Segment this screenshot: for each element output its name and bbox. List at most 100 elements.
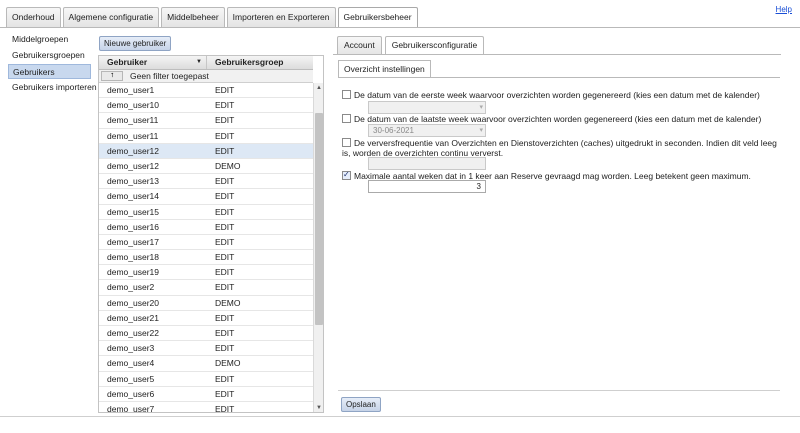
filter-row: ⭡ Geen filter toegepast	[99, 70, 313, 83]
cell-user: demo_user17	[107, 236, 159, 247]
main-tab-bar: Onderhoud Algemene configuratie Middelbe…	[6, 7, 418, 28]
cell-group: EDIT	[215, 100, 235, 111]
last-week-checkbox[interactable]	[342, 114, 351, 123]
table-row[interactable]: demo_user10 EDIT	[99, 98, 313, 114]
cell-group: DEMO	[215, 358, 241, 369]
table-row[interactable]: demo_user11 EDIT	[99, 113, 313, 129]
cell-user: demo_user4	[107, 358, 155, 369]
table-row[interactable]: demo_user1 EDIT	[99, 83, 313, 99]
table-row[interactable]: demo_user13 EDIT	[99, 174, 313, 190]
user-grid: Gebruiker ▼ Gebruikersgroep ⭡ Geen filte…	[98, 55, 324, 413]
sidebar-item-gebruikersgroepen[interactable]: Gebruikersgroepen	[8, 48, 91, 63]
max-weeks-checkbox[interactable]	[342, 170, 351, 180]
cell-user: demo_user20	[107, 297, 159, 308]
filter-icon[interactable]: ⭡	[101, 71, 123, 81]
cell-user: demo_user14	[107, 191, 159, 202]
table-row[interactable]: demo_user17 EDIT	[99, 235, 313, 251]
save-button[interactable]: Opslaan	[341, 397, 381, 412]
scroll-thumb[interactable]	[315, 113, 323, 325]
table-row[interactable]: demo_user2 EDIT	[99, 280, 313, 296]
table-row[interactable]: demo_user3 EDIT	[99, 341, 313, 357]
table-row[interactable]: demo_user12 EDIT	[99, 143, 313, 159]
table-row[interactable]: demo_user15 EDIT	[99, 205, 313, 220]
table-row[interactable]: demo_user7 EDIT	[99, 402, 313, 413]
tab-gebruikersbeheer[interactable]: Gebruikersbeheer	[337, 7, 418, 28]
tab-overzicht-instellingen[interactable]: Overzicht instellingen	[338, 60, 431, 78]
cell-user: demo_user18	[107, 252, 159, 263]
cell-group: EDIT	[215, 343, 235, 354]
table-row[interactable]: demo_user19 EDIT	[99, 265, 313, 281]
sidebar-item-gebruikers[interactable]: Gebruikers	[8, 64, 91, 79]
scroll-down-icon[interactable]: ▼	[314, 403, 323, 412]
setting-first-week: De datum van de eerste week waarvoor ove…	[342, 90, 782, 100]
cell-user: demo_user7	[107, 403, 155, 413]
scroll-up-icon[interactable]: ▲	[314, 83, 323, 93]
table-row[interactable]: demo_user16 EDIT	[99, 220, 313, 235]
cell-group: EDIT	[215, 328, 235, 338]
table-row[interactable]: demo_user6 EDIT	[99, 387, 313, 402]
cell-group: EDIT	[215, 388, 235, 399]
refresh-seconds-field[interactable]	[368, 157, 486, 170]
cell-group: DEMO	[215, 160, 241, 171]
cell-group: EDIT	[215, 115, 235, 126]
filter-status: Geen filter toegepast	[130, 71, 209, 81]
cell-group: EDIT	[215, 312, 235, 323]
tab-account[interactable]: Account	[337, 36, 382, 54]
column-header-group[interactable]: Gebruikersgroep	[207, 56, 313, 69]
cell-group: EDIT	[215, 130, 235, 141]
cell-group: EDIT	[215, 191, 235, 202]
table-row[interactable]: demo_user5 EDIT	[99, 372, 313, 387]
column-header-user[interactable]: Gebruiker ▼	[99, 56, 207, 69]
last-week-label: De datum van de laatste week waarvoor ov…	[354, 114, 762, 124]
tab-middelbeheer[interactable]: Middelbeheer	[161, 7, 225, 27]
column-header-group-label: Gebruikersgroep	[215, 57, 284, 67]
grid-scrollbar[interactable]: ▲ ▼	[313, 83, 323, 412]
table-row[interactable]: demo_user4 DEMO	[99, 356, 313, 372]
cell-group: EDIT	[215, 403, 235, 413]
cell-user: demo_user5	[107, 373, 155, 384]
cell-user: demo_user16	[107, 221, 159, 232]
max-weeks-field[interactable]: 3	[368, 180, 486, 193]
cell-group: EDIT	[215, 176, 235, 187]
cell-user: demo_user21	[107, 312, 159, 323]
cell-group: EDIT	[215, 373, 235, 384]
first-week-label: De datum van de eerste week waarvoor ove…	[354, 90, 760, 100]
cell-group: EDIT	[215, 145, 235, 156]
cell-user: demo_user15	[107, 206, 159, 217]
cell-user: demo_user22	[107, 328, 159, 338]
last-week-date-field[interactable]: 30-06-2021	[368, 124, 486, 137]
refresh-checkbox[interactable]	[342, 138, 351, 147]
sidebar: Middelgroepen Gebruikersgroepen Gebruike…	[8, 32, 97, 96]
tab-algemene-configuratie[interactable]: Algemene configuratie	[62, 7, 160, 27]
help-link[interactable]: Help	[776, 5, 792, 14]
first-week-date-field[interactable]	[368, 101, 486, 114]
cell-user: demo_user3	[107, 343, 155, 354]
table-row[interactable]: demo_user20 DEMO	[99, 296, 313, 311]
save-divider	[338, 390, 780, 391]
sidebar-item-middelgroepen[interactable]: Middelgroepen	[8, 32, 91, 47]
table-row[interactable]: demo_user11 EDIT	[99, 129, 313, 144]
cell-group: EDIT	[215, 282, 235, 293]
grid-rows: demo_user1 EDIT demo_user10 EDIT demo_user11…	[99, 83, 313, 413]
cell-group: EDIT	[215, 221, 235, 232]
tab-bar-divider	[0, 27, 800, 28]
setting-last-week: De datum van de laatste week waarvoor ov…	[342, 114, 782, 124]
tab-importeren-exporteren[interactable]: Importeren en Exporteren	[226, 7, 336, 27]
cell-user: demo_user13	[107, 176, 159, 187]
cell-user: demo_user12	[107, 160, 159, 171]
cell-group: EDIT	[215, 236, 235, 247]
refresh-label: De verversfrequentie van Overzichten en …	[342, 138, 777, 158]
table-row[interactable]: demo_user18 EDIT	[99, 250, 313, 266]
detail-tabs-divider	[333, 54, 781, 55]
table-row[interactable]: demo_user12 DEMO	[99, 159, 313, 175]
sidebar-item-gebruikers-importeren[interactable]: Gebruikers importeren	[8, 80, 97, 95]
tab-gebruikersconfiguratie[interactable]: Gebruikersconfiguratie	[384, 36, 485, 55]
setting-refresh: De verversfrequentie van Overzichten en …	[342, 138, 778, 158]
tab-onderhoud[interactable]: Onderhoud	[6, 7, 61, 27]
table-row[interactable]: demo_user22 EDIT	[99, 326, 313, 342]
table-row[interactable]: demo_user14 EDIT	[99, 189, 313, 205]
new-user-button[interactable]: Nieuwe gebruiker	[99, 36, 172, 51]
first-week-checkbox[interactable]	[342, 90, 351, 99]
cell-group: EDIT	[215, 267, 235, 278]
table-row[interactable]: demo_user21 EDIT	[99, 311, 313, 326]
